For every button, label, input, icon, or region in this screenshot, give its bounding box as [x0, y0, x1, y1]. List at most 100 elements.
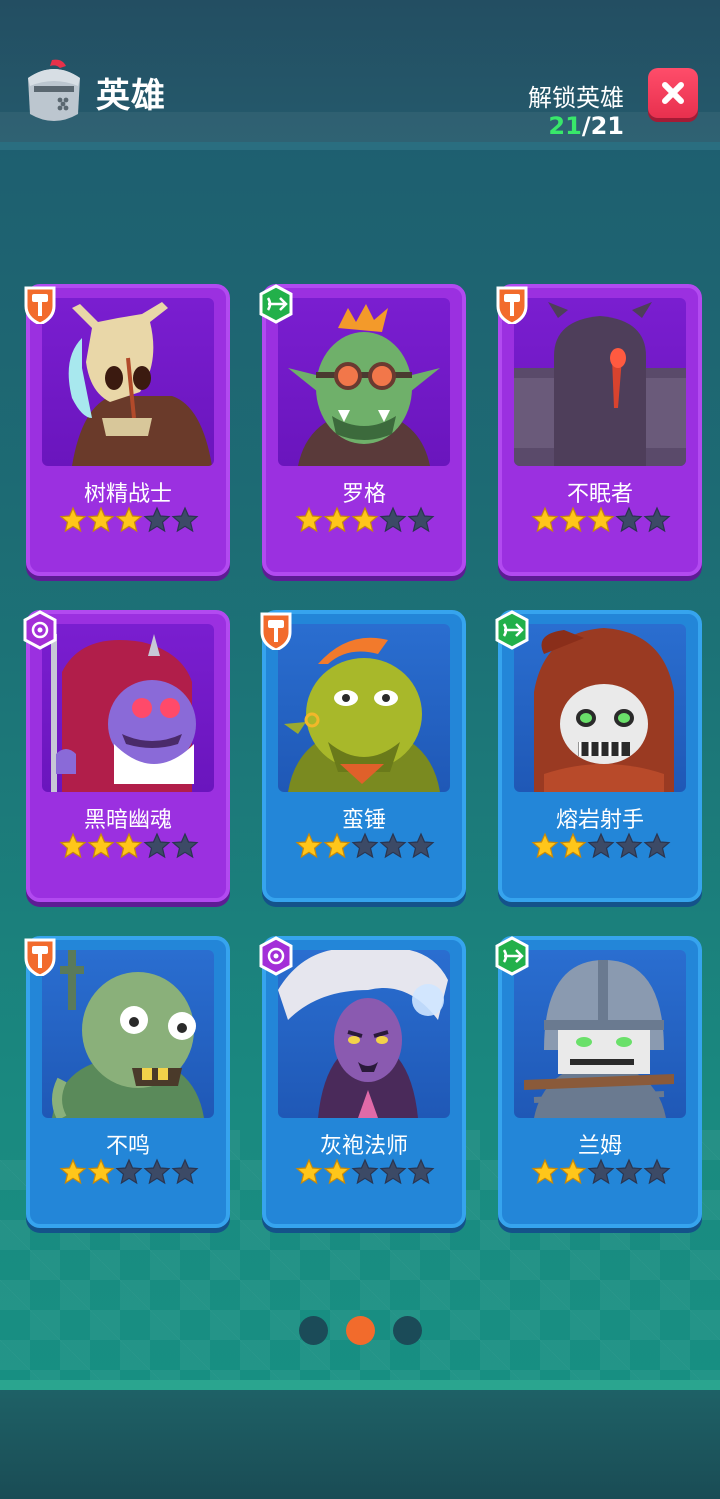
star-filled-icon — [531, 1158, 559, 1185]
star-filled-icon — [115, 832, 143, 859]
hammer-icon — [496, 286, 528, 324]
star-filled-icon — [351, 506, 379, 533]
page-title: 英雄 — [96, 76, 166, 116]
star-filled-icon — [531, 506, 559, 533]
star-empty-icon — [615, 832, 643, 859]
page-dot-1[interactable] — [298, 1316, 328, 1345]
star-filled-icon — [559, 506, 587, 533]
star-rating — [54, 1158, 204, 1186]
hero-card[interactable]: 树精战士 — [24, 284, 230, 576]
hero-card[interactable]: 灰袍法师 — [259, 936, 466, 1228]
close-button[interactable] — [648, 68, 698, 118]
star-filled-icon — [115, 506, 143, 533]
hero-name: 不眠者 — [566, 482, 633, 507]
brute-hammer-portrait — [284, 637, 440, 792]
hero-portrait — [514, 298, 686, 466]
star-filled-icon — [87, 1158, 115, 1185]
magic-icon — [23, 610, 57, 650]
star-empty-icon — [115, 1158, 143, 1185]
top-bar: 英雄 解锁英雄 21/21 — [0, 0, 720, 150]
star-filled-icon — [87, 506, 115, 533]
sleepless-one-portrait — [514, 302, 686, 466]
star-empty-icon — [643, 506, 671, 533]
rog-portrait — [288, 304, 440, 466]
star-filled-icon — [587, 506, 615, 533]
star-empty-icon — [351, 832, 379, 859]
helmet-icon — [28, 59, 80, 121]
close-icon — [662, 82, 684, 104]
star-empty-icon — [171, 832, 199, 859]
hero-name: 蛮锤 — [341, 808, 386, 833]
hero-card[interactable]: 罗格 — [259, 284, 466, 576]
grey-robe-mage-portrait — [278, 950, 448, 1118]
hero-portrait — [514, 624, 686, 792]
hero-name: 灰袍法师 — [319, 1134, 408, 1159]
star-empty-icon — [615, 506, 643, 533]
star-filled-icon — [323, 506, 351, 533]
unlock-current: 21 — [548, 112, 582, 140]
star-filled-icon — [59, 832, 87, 859]
star-filled-icon — [295, 1158, 323, 1185]
star-empty-icon — [615, 1158, 643, 1185]
star-empty-icon — [143, 1158, 171, 1185]
hammer-icon — [24, 938, 56, 976]
hero-name: 熔岩射手 — [555, 808, 644, 833]
dark-phantom-portrait — [51, 634, 196, 792]
star-rating — [526, 832, 676, 860]
hero-card[interactable]: 熔岩射手 — [495, 610, 702, 902]
star-empty-icon — [351, 1158, 379, 1185]
star-rating — [54, 832, 204, 860]
star-empty-icon — [171, 506, 199, 533]
star-empty-icon — [643, 832, 671, 859]
star-filled-icon — [59, 506, 87, 533]
page-indicator — [0, 1316, 720, 1346]
hero-portrait — [278, 950, 450, 1118]
star-filled-icon — [531, 832, 559, 859]
star-rating — [526, 1158, 676, 1186]
star-empty-icon — [143, 832, 171, 859]
hero-name: 黑暗幽魂 — [83, 808, 172, 833]
hero-card[interactable]: 不鸣 — [24, 936, 230, 1228]
hero-card[interactable]: 黑暗幽魂 — [23, 610, 230, 902]
star-empty-icon — [379, 1158, 407, 1185]
hero-card[interactable]: 蛮锤 — [260, 610, 466, 902]
lamb-portrait — [524, 960, 674, 1118]
star-empty-icon — [587, 1158, 615, 1185]
hero-portrait — [42, 624, 214, 792]
star-rating — [290, 506, 440, 534]
star-empty-icon — [143, 506, 171, 533]
hero-portrait — [42, 298, 214, 466]
lava-archer-portrait — [534, 628, 674, 792]
hero-portrait — [42, 950, 214, 1118]
star-filled-icon — [559, 1158, 587, 1185]
bow-icon — [495, 936, 529, 976]
star-empty-icon — [407, 832, 435, 859]
unlock-total: /21 — [581, 112, 624, 140]
star-empty-icon — [407, 506, 435, 533]
hero-portrait — [278, 298, 450, 466]
unlock-label: 解锁英雄 — [528, 84, 624, 112]
hero-card[interactable]: 不眠者 — [496, 284, 702, 576]
bow-icon — [259, 284, 293, 324]
treant-warrior-portrait — [68, 302, 212, 466]
hammer-icon — [260, 612, 292, 650]
star-filled-icon — [559, 832, 587, 859]
star-empty-icon — [171, 1158, 199, 1185]
page-dot-2[interactable] — [345, 1316, 375, 1345]
hammer-icon — [24, 286, 56, 324]
star-empty-icon — [379, 506, 407, 533]
star-rating — [290, 1158, 440, 1186]
footer-divider — [0, 1380, 720, 1390]
footer-bar — [0, 1390, 720, 1499]
star-filled-icon — [59, 1158, 87, 1185]
magic-icon — [259, 936, 293, 976]
hero-name: 兰姆 — [577, 1134, 622, 1159]
page-dot-3[interactable] — [392, 1316, 422, 1345]
star-filled-icon — [87, 832, 115, 859]
hero-card[interactable]: 兰姆 — [495, 936, 702, 1228]
star-filled-icon — [295, 832, 323, 859]
bow-icon — [495, 610, 529, 650]
star-rating — [526, 506, 676, 534]
silent-zombie-portrait — [52, 950, 204, 1118]
star-empty-icon — [643, 1158, 671, 1185]
